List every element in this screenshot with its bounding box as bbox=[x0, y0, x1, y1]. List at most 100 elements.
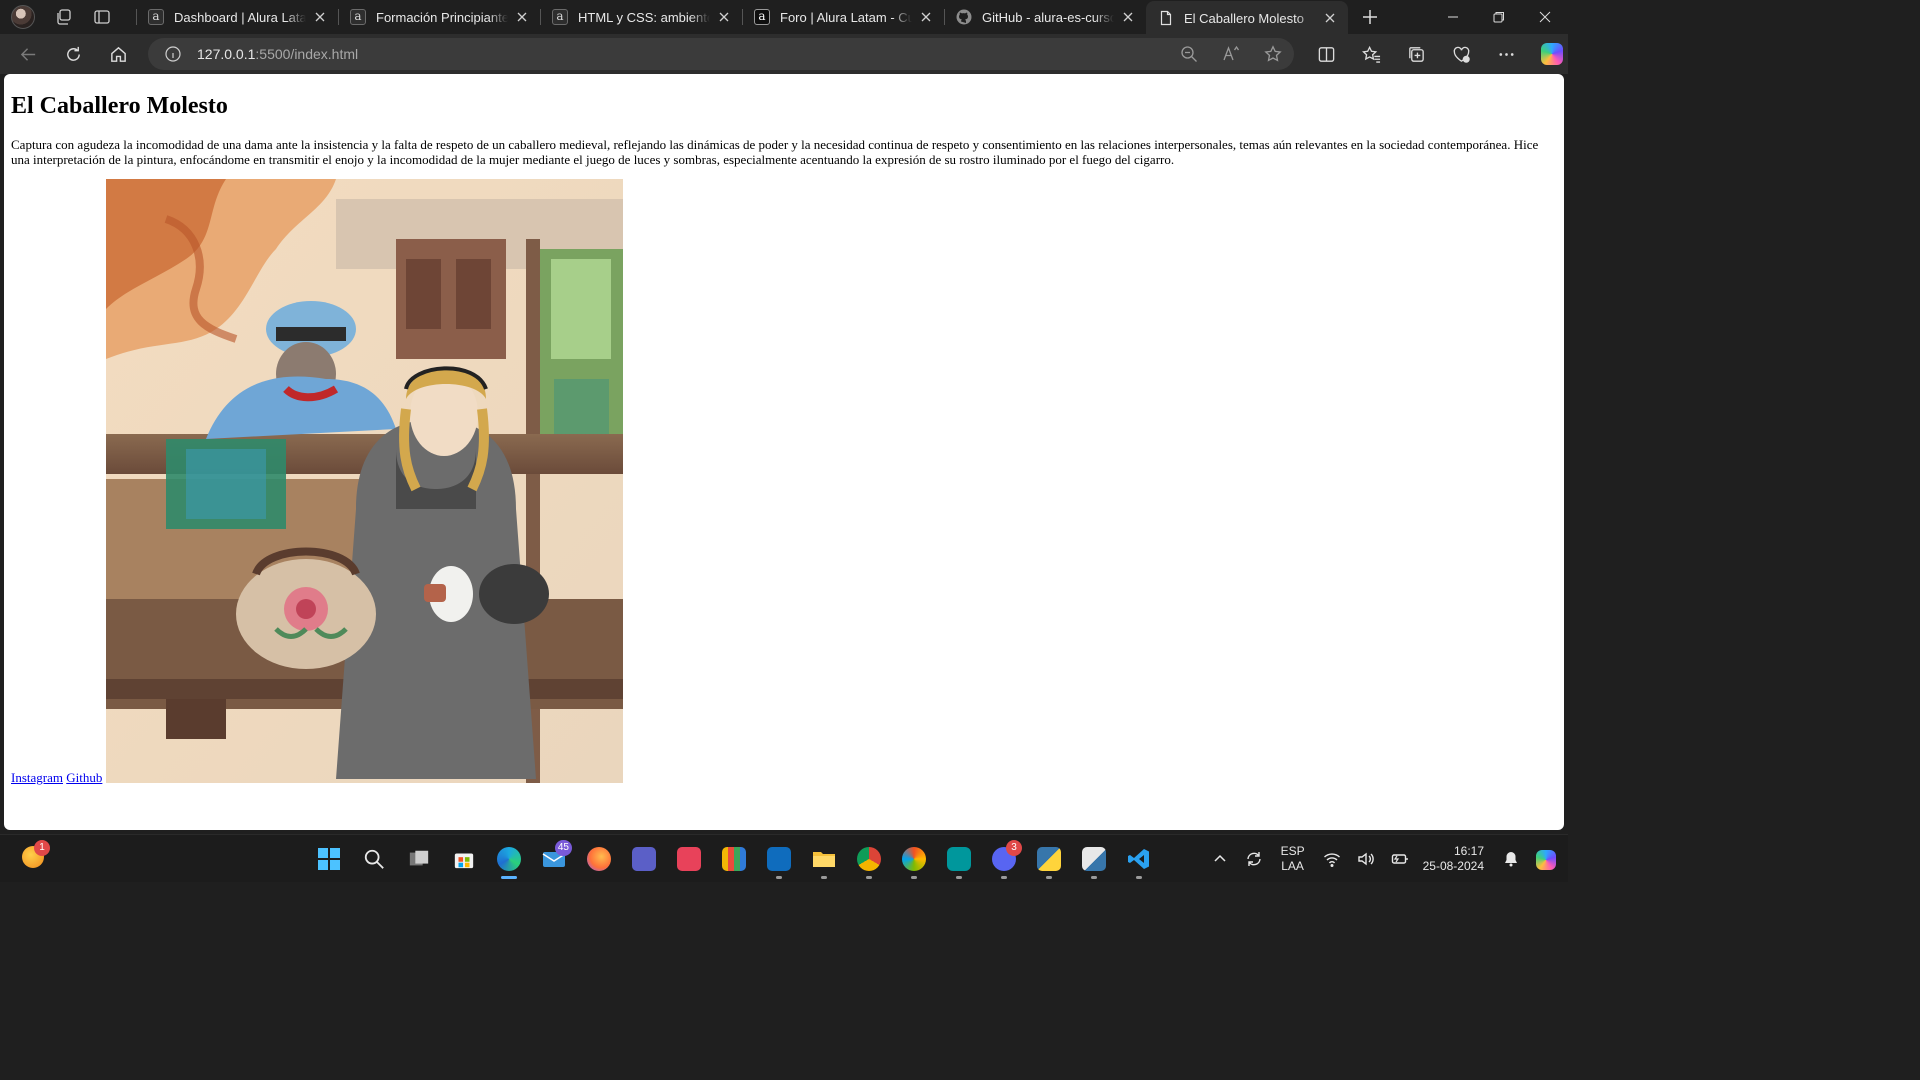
calendar-app-button[interactable] bbox=[711, 835, 756, 883]
chrome-icon bbox=[856, 847, 881, 871]
tab-formacion[interactable]: a Formación Principiante en bbox=[338, 0, 540, 34]
tab-separator bbox=[136, 9, 137, 25]
browser-essentials-button[interactable] bbox=[1439, 38, 1484, 70]
alura-icon: a bbox=[754, 9, 770, 25]
home-icon bbox=[110, 46, 126, 62]
alura-icon: a bbox=[148, 9, 164, 25]
browser-toolbar: 127.0.0.1:5500/index.html bbox=[0, 34, 1568, 74]
close-icon[interactable] bbox=[312, 9, 328, 25]
running-indicator bbox=[500, 876, 517, 879]
copilot-button[interactable] bbox=[1529, 38, 1574, 70]
tab-dashboard[interactable]: a Dashboard | Alura Latam bbox=[136, 0, 338, 34]
close-window-button[interactable] bbox=[1522, 0, 1568, 34]
wifi-icon[interactable] bbox=[1323, 850, 1341, 868]
store-button[interactable] bbox=[441, 835, 486, 883]
close-icon[interactable] bbox=[1120, 9, 1136, 25]
tab-el-caballero-molesto[interactable]: El Caballero Molesto bbox=[1146, 1, 1348, 35]
running-indicator bbox=[865, 876, 872, 879]
tab-title: Dashboard | Alura Latam bbox=[174, 9, 306, 25]
tab-title: El Caballero Molesto bbox=[1184, 10, 1304, 26]
weather-widget[interactable]: 1 bbox=[22, 840, 50, 870]
python-file-button[interactable] bbox=[1071, 835, 1116, 883]
running-indicator bbox=[1000, 876, 1007, 879]
discord-button[interactable]: 3 bbox=[981, 835, 1026, 883]
clock-date: 25-08-2024 bbox=[1422, 859, 1484, 873]
firefox-icon bbox=[586, 847, 611, 871]
teams-button[interactable] bbox=[621, 835, 666, 883]
edge-button[interactable] bbox=[486, 835, 531, 883]
refresh-icon bbox=[66, 46, 80, 61]
mail-badge: 45 bbox=[554, 840, 572, 856]
tab-actions-icon[interactable] bbox=[93, 8, 111, 26]
address-bar[interactable]: 127.0.0.1:5500/index.html bbox=[148, 38, 1294, 70]
url-host: 127.0.0.1 bbox=[197, 46, 256, 62]
arduino-button[interactable] bbox=[936, 835, 981, 883]
tab-title: Foro | Alura Latam - Curs bbox=[780, 9, 912, 25]
chevron-up-icon[interactable] bbox=[1211, 850, 1229, 868]
vscode-icon bbox=[1127, 849, 1149, 869]
calendar-icon bbox=[721, 847, 746, 871]
back-button[interactable] bbox=[10, 38, 46, 70]
workspaces-icon[interactable] bbox=[55, 8, 73, 26]
refresh-button[interactable] bbox=[55, 38, 91, 70]
github-link[interactable]: Github bbox=[66, 770, 102, 785]
volume-icon[interactable] bbox=[1357, 850, 1375, 868]
instagram-link[interactable]: Instagram bbox=[11, 770, 63, 785]
sync-icon[interactable] bbox=[1245, 850, 1263, 868]
zoom-out-icon[interactable] bbox=[1180, 45, 1198, 63]
app-icon bbox=[901, 847, 926, 871]
taskbar-apps: 45 3 bbox=[306, 835, 1161, 883]
home-button[interactable] bbox=[100, 38, 136, 70]
task-view-button[interactable] bbox=[396, 835, 441, 883]
file-explorer-button[interactable] bbox=[801, 835, 846, 883]
search-button[interactable] bbox=[351, 835, 396, 883]
settings-more-button[interactable] bbox=[1484, 38, 1529, 70]
folder-icon bbox=[812, 852, 835, 867]
page-viewport: El Caballero Molesto Captura con agudeza… bbox=[4, 74, 1564, 830]
clock[interactable]: 16:17 25-08-2024 bbox=[1423, 844, 1484, 874]
close-icon[interactable] bbox=[514, 9, 530, 25]
system-tray: ESP LAA 16:17 25-08-2024 bbox=[1203, 835, 1568, 883]
clock-time: 16:17 bbox=[1453, 844, 1484, 858]
input-language[interactable]: ESP LAA bbox=[1281, 844, 1305, 874]
outlook-button[interactable] bbox=[756, 835, 801, 883]
app-pink-button[interactable] bbox=[666, 835, 711, 883]
favorites-icon bbox=[1362, 45, 1381, 63]
firefox-button[interactable] bbox=[576, 835, 621, 883]
minimize-button[interactable] bbox=[1430, 0, 1476, 34]
collections-button[interactable] bbox=[1394, 38, 1439, 70]
tab-github[interactable]: GitHub - alura-es-cursos/ bbox=[944, 0, 1146, 34]
close-icon[interactable] bbox=[716, 9, 732, 25]
tab-separator bbox=[742, 9, 743, 25]
favorite-star-icon[interactable] bbox=[1264, 45, 1282, 63]
favorites-button[interactable] bbox=[1349, 38, 1394, 70]
content-row: Instagram Github bbox=[11, 179, 1557, 785]
tab-foro[interactable]: a Foro | Alura Latam - Curs bbox=[742, 0, 944, 34]
start-button[interactable] bbox=[306, 835, 351, 883]
tab-separator bbox=[944, 9, 945, 25]
restore-button[interactable] bbox=[1476, 0, 1522, 34]
discord-badge: 3 bbox=[1006, 840, 1022, 856]
battery-icon[interactable] bbox=[1391, 850, 1409, 868]
split-screen-button[interactable] bbox=[1304, 38, 1349, 70]
copilot-icon bbox=[1540, 43, 1563, 65]
notification-bell-icon[interactable] bbox=[1502, 850, 1520, 868]
python-button[interactable] bbox=[1026, 835, 1071, 883]
app-cubes-button[interactable] bbox=[891, 835, 936, 883]
read-aloud-icon[interactable] bbox=[1222, 45, 1240, 63]
weather-badge: 1 bbox=[34, 840, 50, 856]
url-text[interactable]: 127.0.0.1:5500/index.html bbox=[197, 46, 358, 62]
tab-html-css[interactable]: a HTML y CSS: ambientes de bbox=[540, 0, 742, 34]
chrome-button[interactable] bbox=[846, 835, 891, 883]
browser-tab-strip: a Dashboard | Alura Latam a Formación Pr… bbox=[0, 0, 1568, 35]
running-indicator bbox=[1045, 876, 1052, 879]
profile-avatar[interactable] bbox=[11, 5, 35, 29]
close-icon[interactable] bbox=[1322, 10, 1338, 26]
new-tab-button[interactable] bbox=[1348, 0, 1392, 34]
mail-button[interactable]: 45 bbox=[531, 835, 576, 883]
close-icon[interactable] bbox=[918, 9, 934, 25]
page-body: El Caballero Molesto Captura con agudeza… bbox=[4, 92, 1564, 785]
vscode-button[interactable] bbox=[1116, 835, 1161, 883]
site-info-icon[interactable] bbox=[164, 45, 182, 63]
copilot-tray-icon[interactable] bbox=[1536, 850, 1556, 870]
